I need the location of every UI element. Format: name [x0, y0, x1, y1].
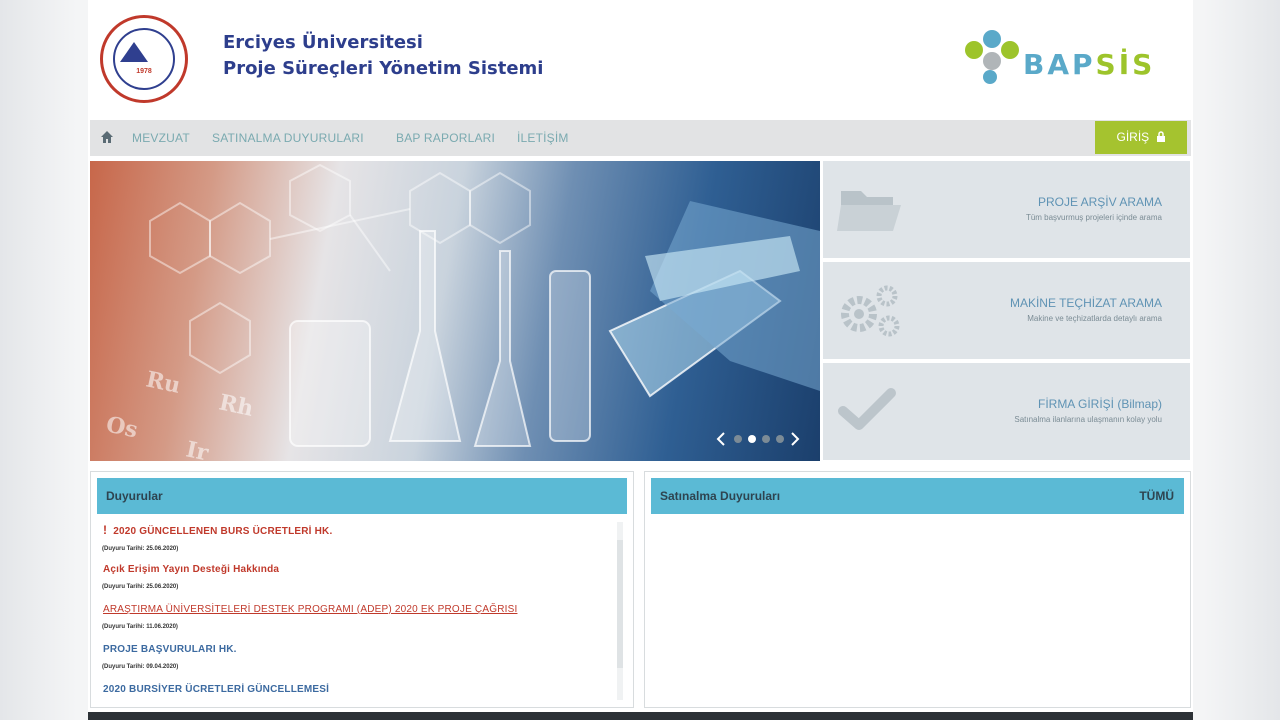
brand-part2: SİS [1095, 48, 1156, 81]
site-title-line2: Proje Süreçleri Yönetim Sistemi [223, 58, 544, 79]
home-icon[interactable] [100, 130, 114, 144]
nav-item-procurement[interactable]: SATINALMA DUYURULARI [212, 131, 364, 145]
list-item[interactable]: ! 2020 GÜNCELLENEN BURS ÜCRETLERİ HK. (Du… [99, 522, 607, 562]
university-seal-logo[interactable]: 1978 [100, 15, 188, 103]
slider-dot[interactable] [776, 435, 784, 443]
news-title[interactable]: ARAŞTIRMA ÜNİVERSİTELERİ DESTEK PROGRAMI… [99, 602, 607, 618]
slider-dot[interactable] [762, 435, 770, 443]
procurement-heading: Satınalma Duyuruları TÜMÜ [651, 478, 1184, 514]
scrollbar-thumb[interactable] [617, 540, 623, 668]
card-company-login[interactable]: FİRMA GİRİŞİ (Bilmap) Satınalma ilanları… [823, 363, 1190, 460]
view-all-link[interactable]: TÜMÜ [1139, 478, 1174, 514]
site-title-line1: Erciyes Üniversitesi [223, 32, 423, 53]
slider-next-icon[interactable] [791, 432, 800, 446]
lock-icon [1156, 131, 1165, 142]
announcements-scrollbar[interactable] [617, 522, 623, 700]
procurement-panel: Satınalma Duyuruları TÜMÜ [644, 471, 1191, 708]
logo-dot-icon [965, 41, 983, 59]
login-label: GİRİŞ [1116, 130, 1150, 144]
procurement-title: Satınalma Duyuruları [660, 489, 781, 503]
news-date: (Duyuru Tarihi: 25.06.2020) [102, 546, 179, 552]
list-item[interactable]: ARAŞTIRMA ÜNİVERSİTELERİ DESTEK PROGRAMI… [99, 602, 607, 642]
card-title: PROJE ARŞİV ARAMA [1037, 195, 1162, 209]
news-date: (Duyuru Tarihi: 09.04.2020) [102, 664, 179, 670]
lab-banner-image: Ru Rh Os Ir [104, 163, 820, 461]
announcements-panel: Duyurular ! 2020 GÜNCELLENEN BURS ÜCRETLE… [90, 471, 634, 708]
check-icon [838, 388, 896, 430]
nav-item-mevzuat[interactable]: MEVZUAT [132, 131, 190, 145]
svg-text:Rh: Rh [217, 389, 256, 422]
nav-item-contact[interactable]: İLETİŞİM [517, 131, 569, 145]
svg-text:Os: Os [104, 411, 140, 443]
slider-dot-active[interactable] [748, 435, 756, 443]
brand-part1: BAP [1023, 48, 1096, 81]
news-title[interactable]: Açık Erişim Yayın Desteği Hakkında [99, 562, 607, 578]
svg-text:Ir: Ir [184, 436, 211, 461]
mountain-icon [120, 42, 148, 62]
news-date: (Duyuru Tarihi: 11.06.2020) [102, 624, 178, 630]
card-title: MAKİNE TEÇHİZAT ARAMA [1009, 296, 1162, 310]
main-nav: MEVZUAT SATINALMA DUYURULARI BAP RAPORLA… [90, 120, 1191, 156]
list-item[interactable]: 2020 BURSİYER ÜCRETLERİ GÜNCELLEMESİ [99, 682, 607, 706]
footer [88, 712, 1193, 720]
folder-icon [837, 191, 901, 231]
announcements-list: ! 2020 GÜNCELLENEN BURS ÜCRETLERİ HK. (Du… [99, 522, 607, 706]
logo-dot-icon [983, 30, 1001, 48]
site-title[interactable]: Erciyes Üniversitesi Proje Süreçleri Yön… [223, 30, 543, 82]
announcements-heading: Duyurular [97, 478, 627, 514]
card-project-archive[interactable]: PROJE ARŞİV ARAMA Tüm başvurmuş projeler… [823, 161, 1190, 258]
card-description: Makine ve teçhizatlarda detaylı arama [1027, 314, 1162, 323]
card-equipment-search[interactable]: MAKİNE TEÇHİZAT ARAMA Makine ve teçhizat… [823, 262, 1190, 359]
header: 1978 Erciyes Üniversitesi Proje Süreçler… [88, 0, 1193, 118]
page: 1978 Erciyes Üniversitesi Proje Süreçler… [88, 0, 1193, 720]
card-description: Tüm başvurmuş projeleri içinde arama [1025, 213, 1162, 222]
news-title[interactable]: PROJE BAŞVURULARI HK. [99, 642, 607, 658]
news-title[interactable]: 2020 BURSİYER ÜCRETLERİ GÜNCELLEMESİ [99, 682, 607, 698]
bapsis-logo[interactable]: BAPSİS [961, 26, 1181, 88]
slider-controls [716, 432, 800, 446]
news-date: (Duyuru Tarihi: 25.06.2020) [102, 584, 179, 590]
list-item[interactable]: Açık Erişim Yayın Desteği Hakkında (Duyu… [99, 562, 607, 602]
news-title-row[interactable]: ! 2020 GÜNCELLENEN BURS ÜCRETLERİ HK. [99, 522, 607, 540]
alert-icon: ! [103, 523, 108, 537]
list-item[interactable]: PROJE BAŞVURULARI HK. (Duyuru Tarihi: 09… [99, 642, 607, 682]
card-title: FİRMA GİRİŞİ (Bilmap) [1037, 397, 1162, 411]
login-button[interactable]: GİRİŞ [1095, 121, 1187, 154]
bapsis-wordmark: BAPSİS [1023, 48, 1155, 81]
nav-item-reports[interactable]: BAP RAPORLARI [396, 131, 495, 145]
slider-prev-icon[interactable] [716, 432, 725, 446]
logo-dot-icon [983, 70, 997, 84]
slider-dot[interactable] [734, 435, 742, 443]
logo-dot-icon [983, 52, 1001, 70]
news-title: 2020 GÜNCELLENEN BURS ÜCRETLERİ HK. [113, 526, 333, 537]
gears-icon [841, 285, 900, 337]
seal-year: 1978 [136, 68, 152, 75]
logo-dot-icon [1001, 41, 1019, 59]
card-description: Satınalma ilanlarına ulaşmanın kolay yol… [1014, 415, 1162, 424]
hero-slider[interactable]: Ru Rh Os Ir [90, 161, 820, 461]
svg-text:Ru: Ru [144, 366, 183, 399]
